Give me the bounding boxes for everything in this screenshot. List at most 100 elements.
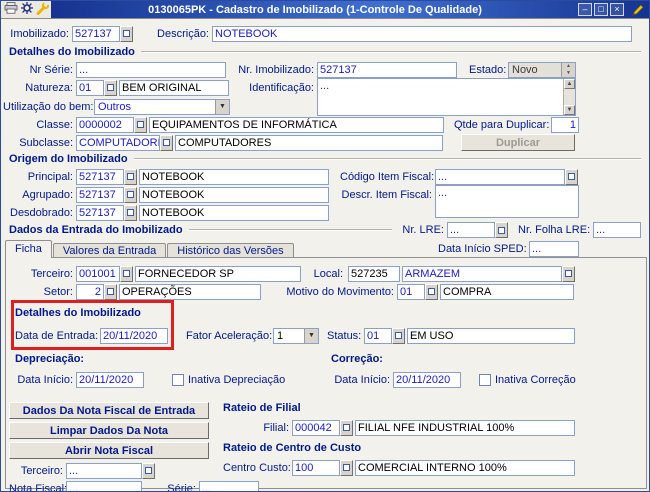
chevron-down-icon[interactable]: ▼ bbox=[215, 99, 229, 114]
titlebar: 0130065PK - Cadastro de Imobilizado (1-C… bbox=[1, 1, 649, 19]
motivo-lookup-button[interactable] bbox=[425, 283, 438, 300]
subclasse-lookup-button[interactable] bbox=[160, 134, 173, 151]
scroll-down-icon[interactable]: ▼ bbox=[564, 105, 575, 115]
rateio-filial-title: Rateio de Filial bbox=[223, 402, 301, 414]
maximize-button[interactable]: □ bbox=[594, 3, 608, 16]
local-lookup-button[interactable] bbox=[562, 265, 575, 282]
status-lookup-button[interactable] bbox=[392, 327, 405, 344]
serie-field[interactable]: ... bbox=[199, 480, 259, 491]
fator-aceleracao-combo[interactable]: 1 ▼ bbox=[273, 327, 319, 344]
status-field[interactable]: 01 bbox=[364, 327, 392, 344]
classe-lookup-button[interactable] bbox=[134, 116, 147, 133]
estado-spinner-icon[interactable]: ▲ ▼ bbox=[561, 62, 575, 77]
tab-valores-da-entrada[interactable]: Valores da Entrada bbox=[52, 243, 167, 258]
nr-lre-lookup-button[interactable] bbox=[495, 222, 508, 238]
group-divider-line bbox=[133, 158, 641, 160]
data-entrada-row: Data de Entrada: 20/11/2020 Fator Aceler… bbox=[15, 327, 575, 344]
setor-lookup-button[interactable] bbox=[104, 283, 117, 300]
estado-combo[interactable]: Novo ▲ ▼ bbox=[508, 61, 576, 78]
centro-custo-field[interactable]: 100 bbox=[292, 459, 340, 476]
setor-field[interactable]: 2 bbox=[76, 283, 104, 300]
descricao-field[interactable]: NOTEBOOK bbox=[212, 25, 632, 42]
nr-lre-label: Nr. LRE: bbox=[402, 224, 444, 236]
fator-aceleracao-label: Fator Aceleração: bbox=[186, 329, 273, 342]
tab-bar: Ficha Valores da Entrada Histórico das V… bbox=[5, 240, 647, 258]
setor-desc-field: OPERAÇÕES bbox=[119, 283, 261, 300]
principal-lookup-button[interactable] bbox=[124, 168, 137, 185]
nr-imobilizado-field[interactable]: 527137 bbox=[317, 61, 457, 78]
agrupado-lookup-button[interactable] bbox=[124, 186, 137, 203]
lookup-icon bbox=[395, 332, 402, 339]
limpar-dados-nota-button[interactable]: Limpar Dados Da Nota bbox=[9, 422, 209, 439]
edit-pencil-icon[interactable] bbox=[630, 3, 646, 17]
setor-label: Setor: bbox=[43, 285, 73, 298]
descr-item-fiscal-value: ... bbox=[438, 187, 448, 199]
dep-data-inicio-field[interactable]: 20/11/2020 bbox=[76, 371, 144, 388]
chevron-down-icon[interactable]: ▼ bbox=[304, 328, 318, 343]
terceiro-nf-lookup-button[interactable] bbox=[142, 462, 155, 479]
natureza-field[interactable]: 01 bbox=[76, 79, 104, 96]
principal-field[interactable]: 527137 bbox=[76, 168, 124, 185]
centro-custo-lookup-button[interactable] bbox=[340, 459, 353, 476]
principal-desc-field: NOTEBOOK bbox=[139, 168, 329, 185]
subclasse-field[interactable]: COMPUTADORES bbox=[76, 134, 160, 151]
lookup-icon bbox=[107, 288, 114, 295]
nr-folha-lre-field[interactable]: ... bbox=[593, 222, 641, 238]
terceiro-nf-field[interactable]: ... bbox=[66, 462, 142, 479]
nr-serie-label: Nr Série: bbox=[29, 63, 73, 76]
centro-custo-row: Centro Custo: 100 COMERCIAL INTERNO 100% bbox=[223, 459, 575, 476]
cod-item-fiscal-lookup-button[interactable] bbox=[565, 168, 578, 185]
natureza-desc-field: BEM ORIGINAL bbox=[119, 79, 229, 96]
motivo-movimento-field[interactable]: 01 bbox=[397, 283, 425, 300]
minimize-button[interactable]: – bbox=[578, 3, 592, 16]
settings-wheel-icon[interactable] bbox=[21, 2, 33, 17]
wrench-icon[interactable] bbox=[36, 1, 50, 18]
duplicar-button[interactable]: Duplicar bbox=[461, 134, 575, 151]
local-desc-field[interactable]: ARMAZEM bbox=[402, 265, 562, 282]
utilizacao-combo[interactable]: Outros ▼ bbox=[94, 98, 230, 115]
detalhes-inner-title: Detalhes do Imobilizado bbox=[15, 307, 141, 319]
data-entrada-field[interactable]: 20/11/2020 bbox=[100, 327, 168, 344]
terceiro-field[interactable]: 001001 bbox=[76, 265, 120, 282]
cor-data-inicio-field[interactable]: 20/11/2020 bbox=[393, 371, 461, 388]
inativa-depreciacao-checkbox[interactable] bbox=[172, 373, 184, 386]
dados-nota-fiscal-button[interactable]: Dados Da Nota Fiscal de Entrada bbox=[9, 402, 209, 419]
descr-item-fiscal-memo[interactable]: ... bbox=[435, 185, 579, 218]
memo-scrollbar[interactable]: ▲ ▼ bbox=[563, 79, 575, 115]
imobilizado-field[interactable]: 527137 bbox=[72, 25, 120, 42]
agrupado-field[interactable]: 527137 bbox=[76, 186, 124, 203]
abrir-nota-fiscal-button[interactable]: Abrir Nota Fiscal bbox=[9, 442, 209, 459]
filial-field[interactable]: 000042 bbox=[292, 419, 340, 436]
classe-field[interactable]: 0000002 bbox=[76, 116, 134, 133]
desdobrado-desc-field: NOTEBOOK bbox=[139, 204, 329, 221]
nr-imobilizado-label: Nr. Imobilizado: bbox=[238, 63, 314, 76]
tab-ficha[interactable]: Ficha bbox=[5, 240, 52, 258]
local-field[interactable]: 527235 bbox=[348, 265, 400, 282]
natureza-lookup-button[interactable] bbox=[104, 79, 117, 96]
terceiro-lookup-button[interactable] bbox=[120, 265, 133, 282]
lookup-icon bbox=[498, 226, 505, 234]
desdobrado-field[interactable]: 527137 bbox=[76, 204, 124, 221]
nr-lre-field[interactable]: ... bbox=[447, 222, 495, 238]
printer-icon[interactable] bbox=[4, 2, 18, 17]
identificacao-memo[interactable]: ... ▲ ▼ bbox=[317, 78, 576, 116]
cod-item-fiscal-field[interactable]: ... bbox=[435, 168, 565, 185]
desdobrado-row: Desdobrado: 527137 NOTEBOOK bbox=[9, 204, 329, 221]
data-inicio-sped-field[interactable]: ... bbox=[529, 241, 579, 257]
utilizacao-row: Utilização do bem: Outros ▼ bbox=[3, 98, 230, 115]
subclasse-label: Subclasse: bbox=[19, 136, 73, 149]
qtde-duplicar-field[interactable]: 1 bbox=[551, 116, 579, 133]
scroll-up-icon[interactable]: ▲ bbox=[564, 79, 575, 89]
filial-lookup-button[interactable] bbox=[340, 419, 353, 436]
lookup-icon bbox=[127, 173, 134, 180]
desdobrado-lookup-button[interactable] bbox=[124, 204, 137, 221]
nota-fiscal-field[interactable]: ... bbox=[66, 480, 142, 491]
imobilizado-lookup-button[interactable] bbox=[120, 25, 133, 42]
lookup-icon bbox=[565, 270, 572, 277]
close-button[interactable]: × bbox=[610, 3, 624, 16]
nr-serie-field[interactable]: ... bbox=[76, 61, 226, 78]
tab-historico-das-versoes[interactable]: Histórico das Versões bbox=[167, 243, 294, 258]
motivo-movimento-label: Motivo do Movimento: bbox=[286, 285, 394, 298]
inativa-correcao-checkbox[interactable] bbox=[479, 373, 491, 386]
rateio-cc-title: Rateio de Centro de Custo bbox=[223, 442, 362, 454]
